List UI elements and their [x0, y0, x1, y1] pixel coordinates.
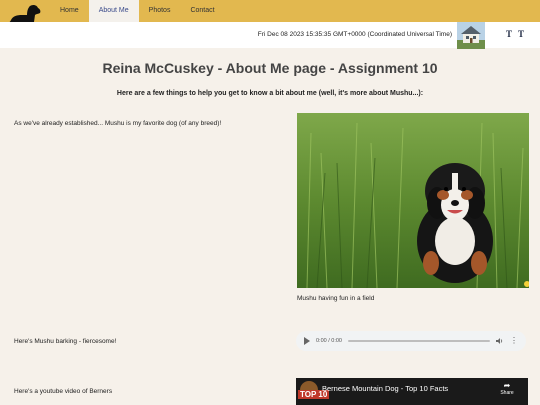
page-subtitle: Here are a few things to help you get to…: [116, 90, 424, 97]
audio-progress-track[interactable]: [348, 340, 490, 342]
youtube-text: Here's a youtube video of Berners: [14, 388, 113, 395]
video-title[interactable]: Bernese Mountain Dog - Top 10 Facts: [322, 384, 448, 393]
photo-caption: Mushu having fun in a field: [297, 295, 375, 302]
current-datetime: Fri Dec 08 2023 15:35:35 GMT+0000 (Coord…: [257, 31, 452, 38]
play-icon[interactable]: [304, 337, 310, 345]
audio-time: 0:00 / 0:00: [316, 338, 342, 344]
font-size-controls: T T: [506, 29, 524, 39]
nav-contact[interactable]: Contact: [180, 0, 224, 22]
volume-icon[interactable]: [496, 337, 504, 345]
main-nav: Home About Me Photos Contact: [50, 0, 225, 22]
house-thumbnail: [457, 22, 485, 49]
audio-player[interactable]: 0:00 / 0:00 ⋮: [296, 331, 526, 351]
nav-about-me[interactable]: About Me: [88, 0, 139, 22]
youtube-video-embed[interactable]: TOP 10 Bernese Mountain Dog - Top 10 Fac…: [296, 378, 528, 405]
nav-home[interactable]: Home: [50, 0, 89, 22]
favorite-dog-text: As we've already established... Mushu is…: [14, 120, 222, 127]
share-label: Share: [500, 390, 514, 396]
share-icon: ➦: [503, 381, 511, 390]
page-title: Reina McCuskey - About Me page - Assignm…: [102, 60, 438, 76]
share-button[interactable]: ➦ Share: [498, 381, 516, 397]
font-decrease-button[interactable]: T: [506, 29, 512, 39]
more-options-icon[interactable]: ⋮: [510, 337, 518, 345]
nav-photos[interactable]: Photos: [139, 0, 181, 22]
barking-text: Here's Mushu barking - fiercesome!: [14, 338, 117, 345]
font-increase-button[interactable]: T: [518, 29, 524, 39]
mushu-field-photo: [297, 113, 529, 288]
